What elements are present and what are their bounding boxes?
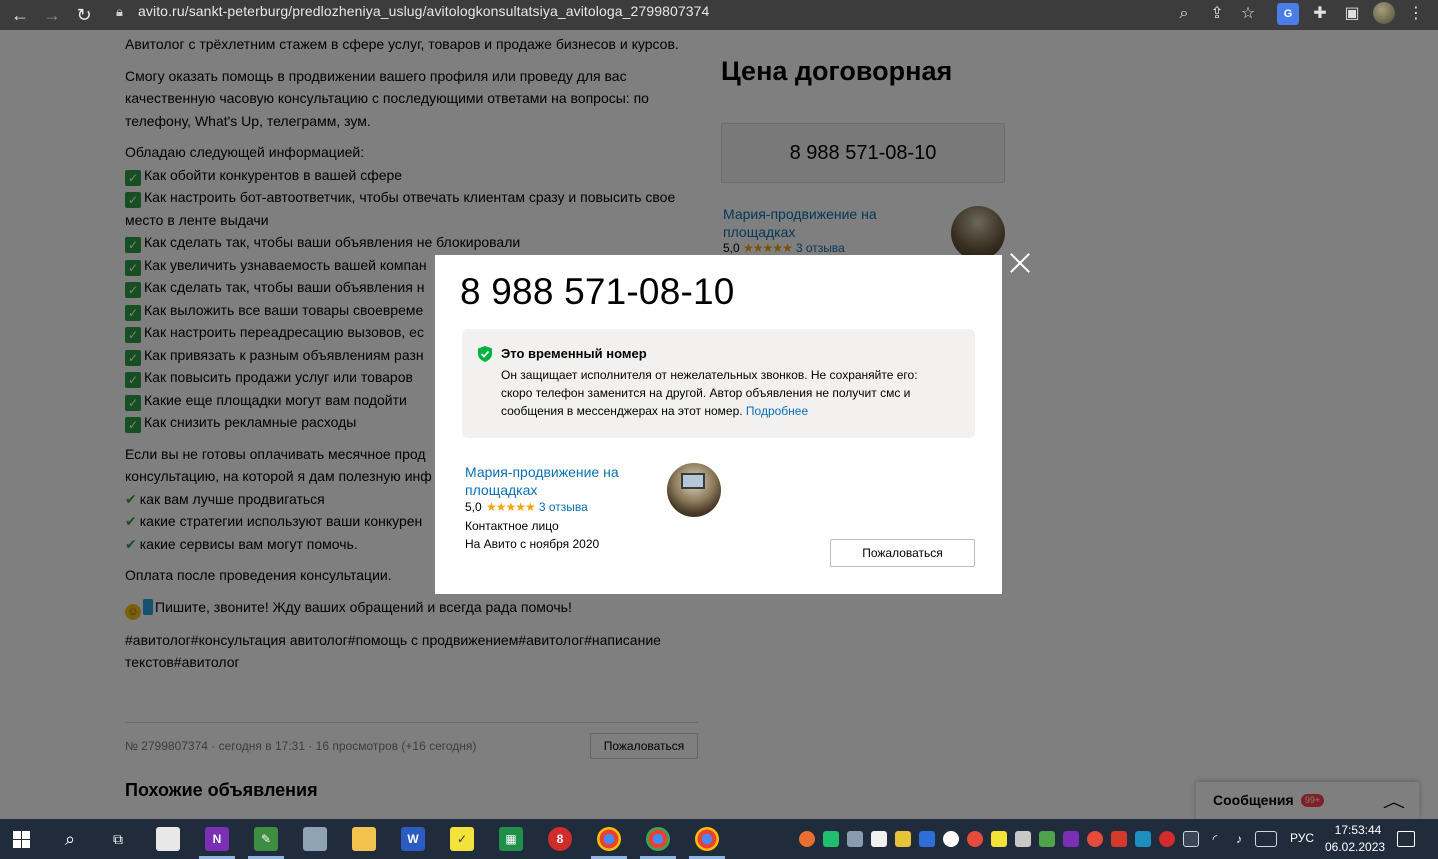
windows-start-icon[interactable]: [13, 831, 30, 848]
word-icon[interactable]: W: [401, 827, 425, 851]
tray-green-icon[interactable]: [1039, 831, 1055, 847]
share-icon[interactable]: ⇪: [1206, 3, 1228, 25]
temporary-number-notice: Это временный номер Он защищает исполнит…: [462, 329, 975, 438]
forward-icon[interactable]: →: [40, 3, 64, 27]
task-view-icon[interactable]: ⧉: [106, 827, 130, 851]
address-bar[interactable]: 🔒︎ avito.ru/sankt-peterburg/predlozheniy…: [106, 0, 1270, 24]
contact-role: Контактное лицо: [465, 519, 559, 533]
rating-stars-icon: ★★★★★: [483, 500, 536, 514]
file-explorer-doc-icon[interactable]: [156, 827, 180, 851]
bookmark-star-icon[interactable]: ☆: [1237, 3, 1259, 25]
tray-note-icon[interactable]: [895, 831, 911, 847]
tray-yandex-icon[interactable]: [1159, 831, 1175, 847]
tray-onenote-icon[interactable]: [1063, 831, 1079, 847]
tray-window-icon[interactable]: [1015, 831, 1031, 847]
tray-snip-icon[interactable]: [919, 831, 935, 847]
modal-report-button[interactable]: Пожаловаться: [830, 539, 975, 567]
tray-app2-icon[interactable]: [1087, 831, 1103, 847]
more-info-link[interactable]: Подробнее: [746, 404, 808, 418]
tray-red-icon[interactable]: [967, 831, 983, 847]
profile-avatar[interactable]: [1373, 2, 1395, 24]
tray-doc-icon[interactable]: [871, 831, 887, 847]
notice-text: Он защищает исполнителя от нежелательных…: [501, 368, 918, 418]
shield-icon: [478, 346, 492, 362]
phone-modal: 8 988 571-08-10 Это временный номер Он з…: [435, 255, 1002, 594]
tray-browser-icon[interactable]: [943, 831, 959, 847]
menu-dots-icon[interactable]: ⋮: [1405, 3, 1427, 25]
battery-icon[interactable]: [1183, 831, 1199, 847]
url-text[interactable]: avito.ru/sankt-peterburg/predlozheniya_u…: [138, 3, 709, 19]
notepad-icon[interactable]: ✎: [254, 827, 278, 851]
yandex-browser-icon[interactable]: 8: [548, 827, 572, 851]
lock-icon: 🔒︎: [116, 4, 123, 19]
spreadsheet-icon[interactable]: ▦: [499, 827, 523, 851]
wifi-icon[interactable]: ◜: [1207, 831, 1223, 847]
modal-seller-rating: 5,0 ★★★★★ 3 отзыва: [465, 500, 588, 514]
tray-pdf-icon[interactable]: [1111, 831, 1127, 847]
close-icon[interactable]: [1008, 251, 1032, 275]
tray-shield-icon[interactable]: [823, 831, 839, 847]
tray-fx-icon[interactable]: [1135, 831, 1151, 847]
onenote-icon[interactable]: N: [205, 827, 229, 851]
modal-seller-name-link[interactable]: Мария-продвижение на площадках: [465, 463, 655, 499]
chrome-icon[interactable]: [597, 827, 621, 851]
modal-seller-avatar[interactable]: [667, 463, 721, 517]
search-icon[interactable]: ⌕: [58, 827, 82, 851]
language-indicator[interactable]: РУС: [1290, 831, 1314, 845]
member-since: На Авито с ноября 2020: [465, 537, 600, 551]
chrome-icon[interactable]: [695, 827, 719, 851]
back-icon[interactable]: ←: [8, 3, 32, 27]
tray-monitor-icon[interactable]: [847, 831, 863, 847]
windows-taskbar: ⌕ ⧉ N ✎ W ✓ ▦ 8 ◜ ♪ РУС 17:53:44 06.02.2…: [0, 819, 1438, 859]
clock-time[interactable]: 17:53:44: [1332, 823, 1384, 837]
google-translate-icon[interactable]: G: [1277, 3, 1299, 25]
modal-reviews-link[interactable]: 3 отзыва: [539, 500, 588, 514]
keyboard-icon[interactable]: [1255, 831, 1277, 847]
chrome-icon[interactable]: [646, 827, 670, 851]
zoom-icon[interactable]: ⌕: [1173, 3, 1195, 25]
notifications-icon[interactable]: [1397, 831, 1415, 847]
browser-toolbar: ← → ↻ 🔒︎ avito.ru/sankt-peterburg/predlo…: [0, 0, 1438, 30]
reload-icon[interactable]: ↻: [72, 3, 96, 27]
tray-sticky-icon[interactable]: [991, 831, 1007, 847]
sticky-notes-icon[interactable]: ✓: [450, 827, 474, 851]
volume-icon[interactable]: ♪: [1231, 831, 1247, 847]
clock-date[interactable]: 06.02.2023: [1325, 840, 1385, 854]
notice-title: Это временный номер: [501, 346, 647, 361]
side-panel-icon[interactable]: ▣: [1341, 3, 1363, 25]
tray-app-icon[interactable]: [799, 831, 815, 847]
folder-icon[interactable]: [352, 827, 376, 851]
extensions-icon[interactable]: ✚: [1309, 3, 1331, 25]
app-icon[interactable]: [303, 827, 327, 851]
modal-phone-number: 8 988 571-08-10: [460, 271, 735, 312]
